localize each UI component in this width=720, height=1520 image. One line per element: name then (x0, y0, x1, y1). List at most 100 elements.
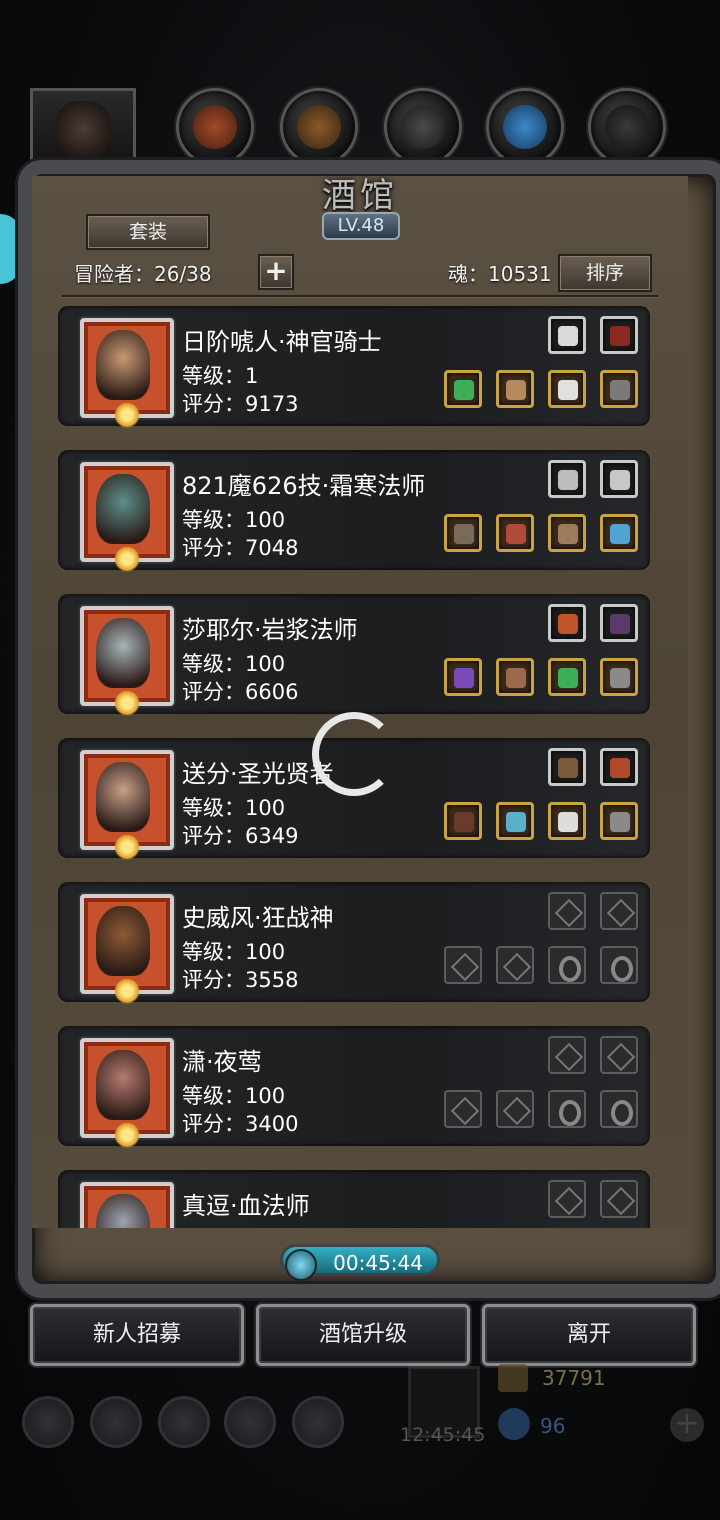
equip-slot-gloves[interactable] (176, 88, 254, 166)
item-glyph-icon (450, 952, 480, 982)
equipment-slot-icon[interactable] (548, 802, 586, 840)
equip-slot-wings[interactable] (486, 88, 564, 166)
hero-name: 日阶唬人·神官骑士 (182, 328, 382, 356)
item-glyph-icon (606, 1042, 636, 1072)
equipment-slot-icon[interactable] (444, 802, 482, 840)
hero-level: 等级：100 (182, 796, 286, 820)
item-glyph-icon (610, 758, 630, 778)
hero-portrait (80, 750, 174, 860)
item-glyph-icon (506, 812, 526, 832)
guild-icon[interactable] (158, 1396, 210, 1448)
timer-bar: 00:45:44 (280, 1244, 440, 1281)
equipment-slot-icon[interactable] (496, 802, 534, 840)
add-currency-icon[interactable]: + (670, 1408, 704, 1442)
equipment-slot-icon[interactable] (444, 514, 482, 552)
skill-slot-icon[interactable] (548, 748, 586, 786)
top-character-portrait[interactable] (30, 88, 136, 171)
equipment-slot-icon[interactable] (444, 370, 482, 408)
skill-slot-icon[interactable] (600, 1180, 638, 1218)
hero-score: 评分：3400 (182, 1112, 299, 1136)
hero-card[interactable]: 莎耶尔·岩浆法师 等级：100 评分：6606 (58, 594, 650, 716)
item-glyph-icon (558, 668, 578, 688)
settings-icon[interactable] (22, 1396, 74, 1448)
item-glyph-icon (610, 668, 630, 688)
skill-slot-icon[interactable] (548, 604, 586, 642)
item-glyph-icon (610, 470, 630, 490)
item-glyph-icon (558, 812, 578, 832)
equipment-slot-icon[interactable] (496, 946, 534, 984)
equipment-slot-icon[interactable] (548, 514, 586, 552)
equipment-slot-icon[interactable] (600, 802, 638, 840)
hero-score: 评分：3558 (182, 968, 299, 992)
skill-slot-icon[interactable] (600, 316, 638, 354)
item-glyph-icon (454, 668, 474, 688)
skill-slot-icon[interactable] (600, 892, 638, 930)
hero-level: 等级：1 (182, 364, 259, 388)
recruit-button[interactable]: 新人招募 (30, 1304, 244, 1366)
equipment-slot-icon[interactable] (548, 370, 586, 408)
set-button[interactable]: 套装 (86, 214, 210, 250)
sort-button[interactable]: 排序 (558, 254, 652, 292)
skill-slot-icon[interactable] (600, 1036, 638, 1074)
equipment-slot-icon[interactable] (444, 658, 482, 696)
gem-icon (498, 1408, 530, 1440)
item-glyph-icon (610, 524, 630, 544)
equipment-slot-icon[interactable] (600, 370, 638, 408)
equipment-slot-icon[interactable] (548, 658, 586, 696)
item-glyph-icon (554, 1042, 584, 1072)
equip-slot-shield[interactable] (280, 88, 358, 166)
equipment-slot-icon[interactable] (496, 514, 534, 552)
hero-card[interactable]: 日阶唬人·神官骑士 等级：1 评分：9173 (58, 306, 650, 428)
skill-slot-icon[interactable] (600, 604, 638, 642)
equipment-slot-icon[interactable] (600, 1090, 638, 1128)
equipment-slot-icon[interactable] (496, 370, 534, 408)
equip-slot-armor[interactable] (384, 88, 462, 166)
item-glyph-icon (558, 470, 578, 490)
hero-name: 潇·夜莺 (182, 1048, 262, 1076)
skill-slot-icon[interactable] (548, 892, 586, 930)
hero-name: 送分·圣光贤者 (182, 760, 334, 788)
shield-icon[interactable] (292, 1396, 344, 1448)
skill-slot-icon[interactable] (600, 748, 638, 786)
add-slot-button[interactable]: + (258, 254, 294, 290)
hero-name: 莎耶尔·岩浆法师 (182, 616, 358, 644)
hero-card[interactable]: 史威风·狂战神 等级：100 评分：3558 (58, 882, 650, 1004)
hero-card[interactable]: 潇·夜莺 等级：100 评分：3400 (58, 1026, 650, 1148)
skill-slot-icon[interactable] (548, 1036, 586, 1074)
hero-card[interactable]: 真逗·血法师 (58, 1170, 650, 1228)
item-glyph-icon (554, 898, 584, 928)
equipment-slot-icon[interactable] (548, 946, 586, 984)
mail-icon[interactable] (224, 1396, 276, 1448)
gold-icon (498, 1364, 528, 1392)
gem-amount: 96 (540, 1414, 566, 1438)
gold-amount: 37791 (542, 1366, 606, 1390)
skill-slot-icon[interactable] (548, 316, 586, 354)
badge-icon[interactable] (90, 1396, 142, 1448)
item-glyph-icon (558, 380, 578, 400)
equipment-slot-icon[interactable] (600, 658, 638, 696)
rank-emblem-icon (114, 402, 140, 428)
equipment-slot-icon[interactable] (496, 658, 534, 696)
equipment-slot-icon[interactable] (496, 1090, 534, 1128)
tavern-level-badge: LV.48 (322, 212, 400, 240)
item-glyph-icon (558, 614, 578, 634)
upgrade-button[interactable]: 酒馆升级 (256, 1304, 470, 1366)
item-glyph-icon (506, 380, 526, 400)
equipment-slot-icon[interactable] (600, 946, 638, 984)
item-glyph-icon (506, 668, 526, 688)
equipment-slot-icon[interactable] (444, 1090, 482, 1128)
equipment-slot-icon[interactable] (548, 1090, 586, 1128)
item-glyph-icon (502, 952, 532, 982)
equipment-slot-icon[interactable] (600, 514, 638, 552)
equipment-slot-icon[interactable] (444, 946, 482, 984)
leave-button[interactable]: 离开 (482, 1304, 696, 1366)
item-glyph-icon (606, 898, 636, 928)
skill-slot-icon[interactable] (548, 1180, 586, 1218)
skill-slot-icon[interactable] (600, 460, 638, 498)
hero-face (96, 762, 150, 832)
hero-card[interactable]: 821魔626技·霜寒法师 等级：100 评分：7048 (58, 450, 650, 572)
equip-slot-boots[interactable] (588, 88, 666, 166)
item-glyph-icon (454, 524, 474, 544)
skill-slot-icon[interactable] (548, 460, 586, 498)
hero-score: 评分：6606 (182, 680, 299, 704)
